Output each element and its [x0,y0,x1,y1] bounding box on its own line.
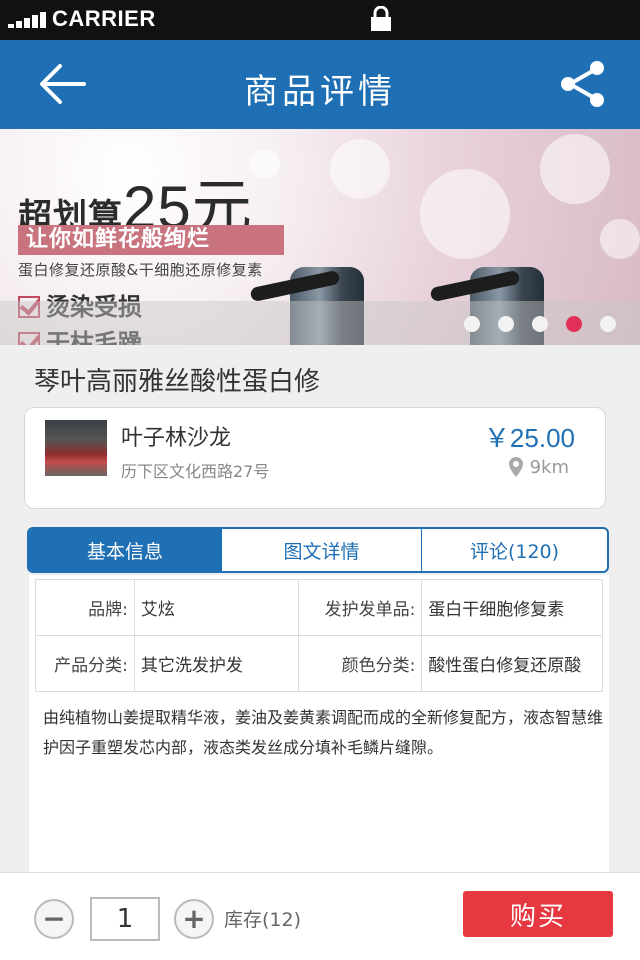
carousel-dot-active[interactable] [566,316,582,332]
spec-value: 艾炫 [133,579,299,636]
spec-value: 其它洗发护发 [133,635,299,692]
decrease-quantity-button[interactable]: − [34,899,74,939]
carousel-dot[interactable] [464,316,480,332]
spec-label: 颜色分类: [297,635,423,692]
carousel-dot[interactable] [532,316,548,332]
banner-tagline: 让你如鲜花般绚烂 [18,225,284,255]
basic-info-panel: 品牌: 艾炫 发护发单品: 蛋白干细胞修复素 产品分类: 其它洗发护发 颜色分类… [29,575,609,873]
buy-button[interactable]: 购买 [463,891,613,937]
product-description: 由纯植物山姜提取精华液，姜油及姜黄素调配而成的全新修复配方，液态智慧维护因子重塑… [43,708,604,757]
lock-icon [371,6,391,31]
shop-price: ￥25.00 [483,423,575,453]
shop-card[interactable]: 叶子林沙龙 历下区文化西路27号 ￥25.00 9km [24,407,606,509]
carousel-dots [464,316,616,332]
product-name: 琴叶高丽雅丝酸性蛋白修 [34,367,321,397]
spec-label: 品牌: [35,579,135,636]
carousel-dot[interactable] [498,316,514,332]
table-row: 品牌: 艾炫 发护发单品: 蛋白干细胞修复素 [35,579,603,636]
spec-value: 蛋白干细胞修复素 [421,579,603,636]
status-bar: CARRIER [0,0,640,40]
carrier-label: CARRIER [52,6,156,31]
stock-count: 库存(12) [224,909,302,931]
banner-subline: 蛋白修复还原酸&干细胞还原修复素 [18,261,263,279]
page-title: 商品评情 [244,72,396,112]
shop-name: 叶子林沙龙 [121,426,232,451]
spec-value: 酸性蛋白修复还原酸 [421,635,603,692]
share-icon[interactable] [558,60,606,108]
location-pin-icon [508,457,523,477]
carousel-dot[interactable] [600,316,616,332]
spec-table: 品牌: 艾炫 发护发单品: 蛋白干细胞修复素 产品分类: 其它洗发护发 颜色分类… [35,579,603,692]
detail-tabs: 基本信息 图文详情 评论(120) [27,527,609,573]
shop-address: 历下区文化西路27号 [121,462,270,481]
tab-reviews[interactable]: 评论(120) [422,529,607,571]
shop-distance: 9km [508,456,569,478]
spec-label: 产品分类: [35,635,135,692]
signal-icon [8,12,46,28]
promo-banner[interactable]: 超划算25元 让你如鲜花般绚烂 蛋白修复还原酸&干细胞还原修复素 烫染受损 干枯… [0,129,640,345]
tab-basic-info[interactable]: 基本信息 [29,529,222,571]
quantity-field[interactable]: 1 [90,897,160,941]
shop-thumbnail [45,420,107,476]
spec-label: 发护发单品: [297,579,423,636]
table-row: 产品分类: 其它洗发护发 颜色分类: 酸性蛋白修复还原酸 [35,635,603,692]
tab-image-details[interactable]: 图文详情 [222,529,422,571]
app-header: 商品评情 [0,40,640,129]
purchase-bar: − 1 + 库存(12) 购买 [0,872,640,960]
increase-quantity-button[interactable]: + [174,899,214,939]
